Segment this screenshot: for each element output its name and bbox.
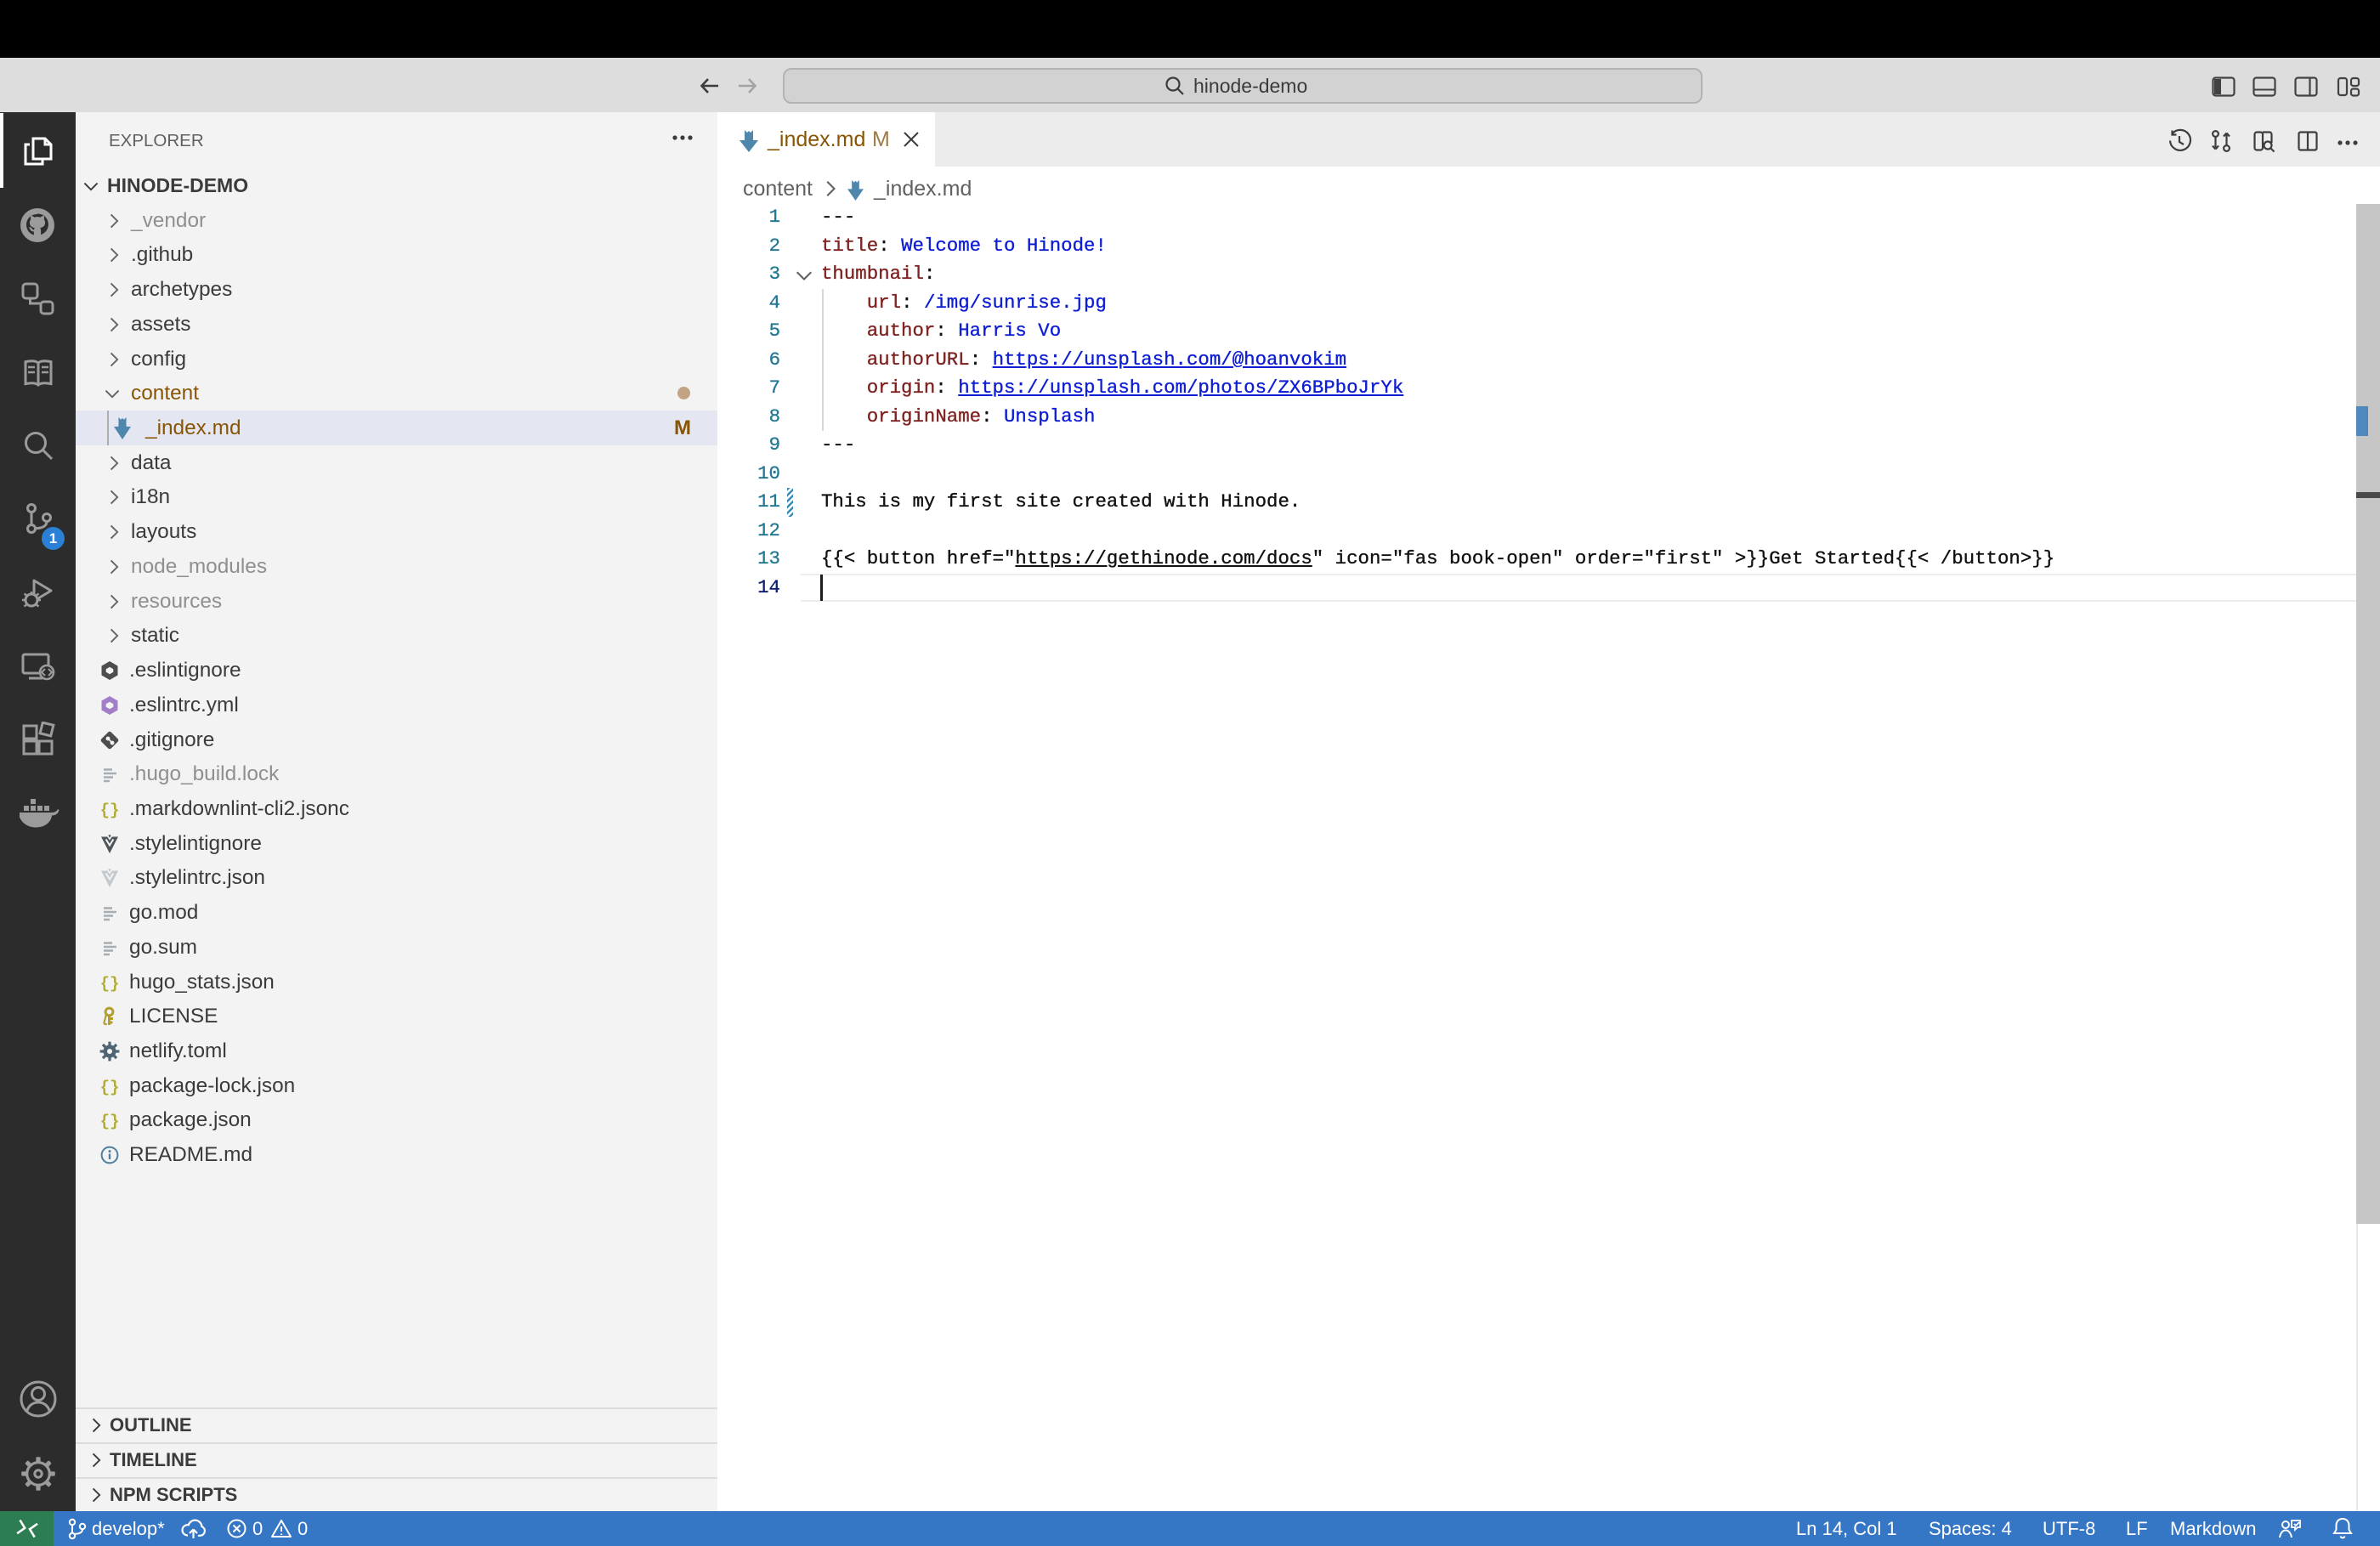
svg-text:{}: {} bbox=[100, 801, 120, 820]
svg-text:{}: {} bbox=[100, 975, 120, 994]
svg-text:{}: {} bbox=[100, 1079, 120, 1097]
svg-text:{}: {} bbox=[100, 1113, 120, 1131]
